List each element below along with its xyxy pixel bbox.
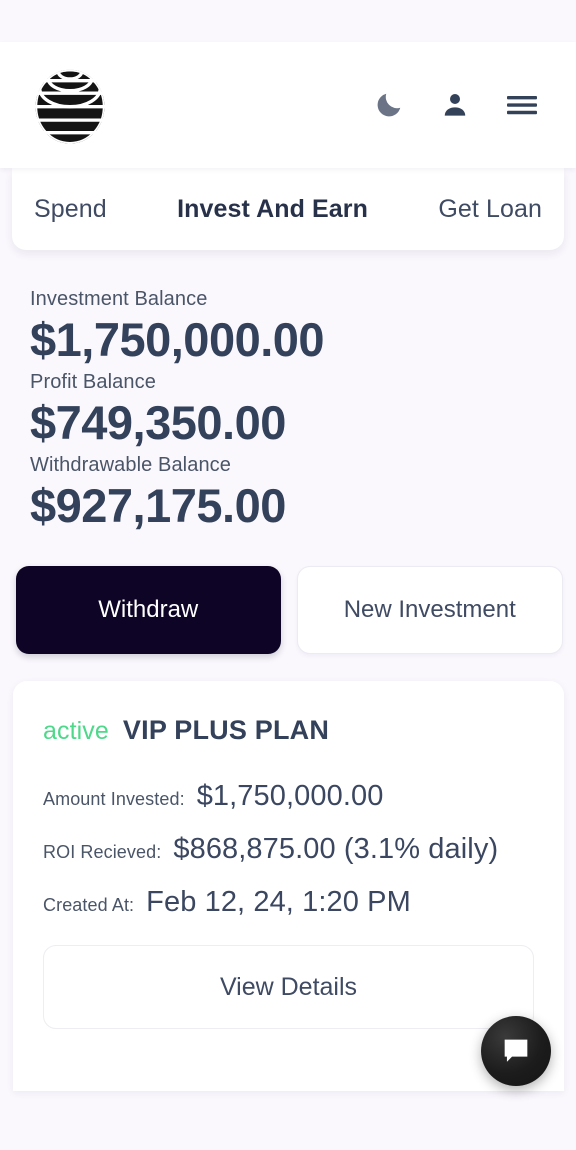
hamburger-menu-icon[interactable] [506,91,538,119]
created-at-value: Feb 12, 24, 1:20 PM [146,886,411,919]
amount-invested-value: $1,750,000.00 [196,780,384,813]
tabs-container: Spend Invest And Earn Get Loan [0,168,576,250]
plan-row-roi-recieved: ROI Recieved: $868,875.00 (3.1% daily) [43,833,534,866]
plan-row-amount-invested: Amount Invested: $1,750,000.00 [43,780,534,813]
hamburger-glyph [507,96,537,115]
profit-balance-label: Profit Balance [30,371,156,394]
chat-fab-button[interactable] [481,1016,551,1086]
created-at-label: Created At: [43,895,135,916]
profit-balance-block: Profit Balance $749,350.00 [30,369,576,449]
investment-balance-label: Investment Balance [30,288,208,310]
person-glyph [444,94,466,116]
withdrawable-balance-block: Withdrawable Balance $927,175.00 [30,452,576,532]
profit-balance-value: $749,350.00 [30,396,286,450]
tab-invest-and-earn[interactable]: Invest And Earn [175,189,370,230]
roi-recieved-label: ROI Recieved: [43,842,162,863]
app-header [0,42,576,168]
new-investment-button[interactable]: New Investment [296,566,563,655]
dark-mode-moon-icon[interactable] [374,90,404,120]
plan-detail-rows: Amount Invested: $1,750,000.00 ROI Recie… [43,780,534,919]
striped-globe-logo [35,69,105,144]
view-details-button[interactable]: View Details [43,945,534,1030]
plan-card-header: active VIP PLUS PLAN [43,715,534,746]
balances-section: Investment Balance $1,750,000.00 Profit … [0,250,576,532]
withdraw-button[interactable]: Withdraw [16,566,281,655]
status-bar-strip [0,0,576,42]
brand-logo[interactable] [28,63,112,147]
header-icon-group [374,90,538,120]
moon-glyph [377,93,401,117]
investment-balance-block: Investment Balance $1,750,000.00 [30,286,576,366]
tabs-card: Spend Invest And Earn Get Loan [12,168,564,250]
withdrawable-balance-label: Withdrawable Balance [30,454,231,477]
investment-plan-card: active VIP PLUS PLAN Amount Invested: $1… [13,681,564,1092]
roi-recieved-value: $868,875.00 (3.1% daily) [173,833,499,866]
amount-invested-label: Amount Invested: [43,789,185,810]
plan-card-container: active VIP PLUS PLAN Amount Invested: $1… [0,654,576,1092]
withdrawable-balance-value: $927,175.00 [30,479,286,533]
action-buttons-row: Withdraw New Investment [0,535,576,655]
tab-get-loan[interactable]: Get Loan [436,189,544,230]
investment-balance-value: $1,750,000.00 [30,313,325,366]
plan-row-created-at: Created At: Feb 12, 24, 1:20 PM [43,886,534,919]
plan-name: VIP PLUS PLAN [122,715,330,746]
user-account-icon[interactable] [440,90,470,120]
chat-bubble-icon [504,1039,528,1062]
status-badge: active [43,717,109,746]
tab-spend[interactable]: Spend [32,189,109,230]
